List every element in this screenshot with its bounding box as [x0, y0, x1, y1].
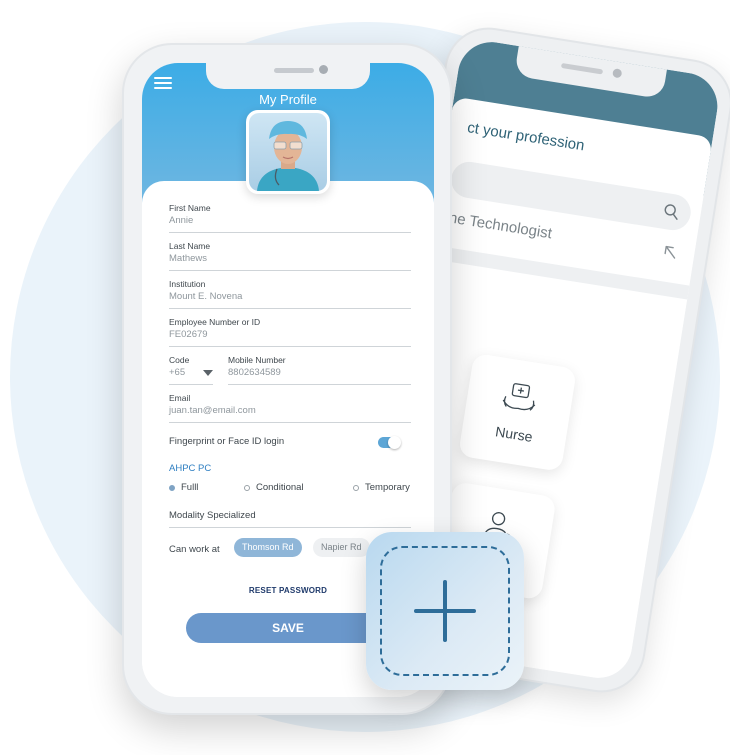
- front-notch: [206, 63, 370, 89]
- biometric-login-label: Fingerprint or Face ID login: [169, 436, 285, 447]
- radio-temporary[interactable]: Temporary: [353, 482, 410, 493]
- avatar[interactable]: [246, 110, 330, 194]
- camera: [612, 68, 623, 79]
- country-code-select[interactable]: Code +65: [169, 355, 213, 385]
- email-field[interactable]: Email juan.tan@email.com: [169, 393, 411, 423]
- toggle-knob: [388, 436, 401, 449]
- can-work-label: Can work at: [169, 544, 220, 555]
- profession-tile-nurse[interactable]: Nurse: [457, 352, 577, 472]
- employee-id-value[interactable]: FE02679: [169, 329, 208, 340]
- radio-temporary-label: Temporary: [365, 482, 410, 493]
- email-value[interactable]: juan.tan@email.com: [169, 405, 256, 416]
- profession-title: ct your profession: [466, 119, 586, 155]
- search-icon[interactable]: [661, 202, 682, 223]
- code-value[interactable]: +65: [169, 367, 185, 378]
- last-name-field[interactable]: Last Name Mathews: [169, 241, 411, 271]
- radio-selected-icon[interactable]: [169, 484, 175, 491]
- radio-full[interactable]: Fulll: [169, 482, 198, 493]
- mobile-value[interactable]: 8802634589: [228, 367, 281, 378]
- speaker: [274, 68, 314, 73]
- modality-label: Modality Specialized: [169, 510, 256, 521]
- modality-field[interactable]: Modality Specialized: [169, 510, 411, 528]
- page-title: My Profile: [259, 92, 317, 107]
- tile-label-nurse: Nurse: [494, 423, 534, 445]
- email-label: Email: [169, 393, 191, 403]
- institution-field[interactable]: Institution Mount E. Novena: [169, 279, 411, 309]
- hamburger-menu-icon[interactable]: [154, 77, 172, 91]
- first-name-value[interactable]: Annie: [169, 215, 193, 226]
- radio-icon[interactable]: [244, 484, 250, 491]
- code-label: Code: [169, 355, 190, 365]
- mobile-number-field[interactable]: Mobile Number 8802634589: [228, 355, 411, 385]
- first-name-label: First Name: [169, 203, 211, 213]
- divider: [428, 244, 690, 300]
- last-name-value[interactable]: Mathews: [169, 253, 207, 264]
- add-button[interactable]: [366, 532, 524, 690]
- radio-icon[interactable]: [353, 484, 359, 491]
- radio-full-label: Fulll: [181, 482, 199, 493]
- employee-id-field[interactable]: Employee Number or ID FE02679: [169, 317, 411, 347]
- camera: [319, 65, 328, 74]
- speaker: [560, 62, 604, 75]
- institution-value[interactable]: Mount E. Novena: [169, 291, 242, 302]
- chevron-down-icon[interactable]: [203, 370, 213, 376]
- arrow-up-left-icon[interactable]: [661, 243, 679, 261]
- radio-conditional-label: Conditional: [256, 482, 304, 493]
- nurse-icon: [502, 383, 536, 411]
- location-chip-thomson[interactable]: Thomson Rd: [234, 538, 302, 557]
- location-chip-napier[interactable]: Napier Rd: [313, 538, 370, 557]
- mobile-label: Mobile Number: [228, 355, 286, 365]
- first-name-field[interactable]: First Name Annie: [169, 203, 411, 233]
- ahpc-title: AHPC PC: [169, 463, 212, 474]
- selected-profession[interactable]: ne Technologist: [448, 209, 553, 242]
- biometric-login-toggle[interactable]: [378, 436, 401, 449]
- institution-label: Institution: [169, 279, 206, 289]
- plus-icon-vertical: [443, 580, 447, 642]
- save-button[interactable]: SAVE: [186, 613, 390, 643]
- radio-conditional[interactable]: Conditional: [244, 482, 304, 493]
- employee-id-label: Employee Number or ID: [169, 317, 261, 327]
- profile-photo: [249, 113, 327, 191]
- last-name-label: Last Name: [169, 241, 211, 251]
